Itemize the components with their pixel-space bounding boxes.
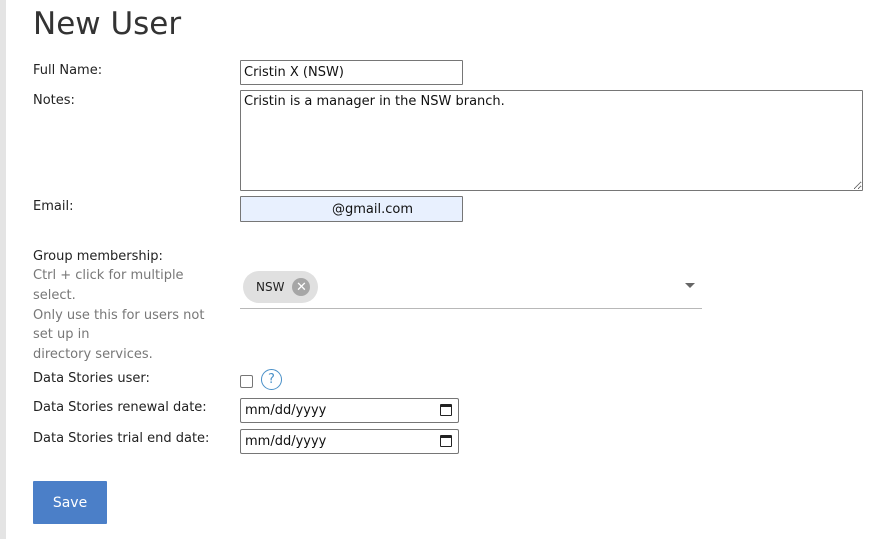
renewal-date-label: Data Stories renewal date: — [33, 400, 207, 415]
calendar-icon[interactable] — [440, 435, 452, 447]
close-circle-icon[interactable]: ✕ — [292, 278, 311, 296]
group-membership-hint: directory services. — [33, 347, 153, 362]
renewal-date-input[interactable]: mm/dd/yyyy — [240, 398, 459, 423]
group-membership-hint: select. — [33, 288, 76, 303]
group-membership-hint: set up in — [33, 327, 90, 342]
caret-down-icon[interactable] — [685, 283, 695, 288]
group-membership-hint: Only use this for users not — [33, 308, 205, 323]
question-circle-icon[interactable]: ? — [261, 369, 282, 390]
email-label: Email: — [33, 199, 74, 214]
data-stories-user-label: Data Stories user: — [33, 371, 150, 386]
calendar-icon[interactable] — [440, 404, 452, 416]
full-name-label: Full Name: — [33, 63, 103, 78]
trial-end-date-label: Data Stories trial end date: — [33, 431, 210, 446]
group-chip-label: NSW — [256, 280, 285, 294]
page-title: New User — [33, 6, 182, 42]
save-button[interactable]: Save — [33, 481, 107, 524]
renewal-date-placeholder: mm/dd/yyyy — [245, 403, 327, 418]
notes-textarea[interactable]: Cristin is a manager in the NSW branch. — [240, 90, 863, 191]
email-input[interactable] — [240, 196, 463, 222]
group-membership-select[interactable]: NSW ✕ — [240, 266, 702, 309]
data-stories-user-checkbox[interactable] — [240, 375, 253, 388]
trial-end-date-input[interactable]: mm/dd/yyyy — [240, 429, 459, 454]
notes-label: Notes: — [33, 93, 75, 108]
group-chip-nsw: NSW ✕ — [243, 271, 319, 303]
group-membership-label: Group membership: — [33, 249, 163, 264]
left-border — [0, 0, 6, 539]
group-membership-hint: Ctrl + click for multiple — [33, 268, 184, 283]
trial-end-date-placeholder: mm/dd/yyyy — [245, 434, 327, 449]
full-name-input[interactable] — [240, 60, 463, 85]
